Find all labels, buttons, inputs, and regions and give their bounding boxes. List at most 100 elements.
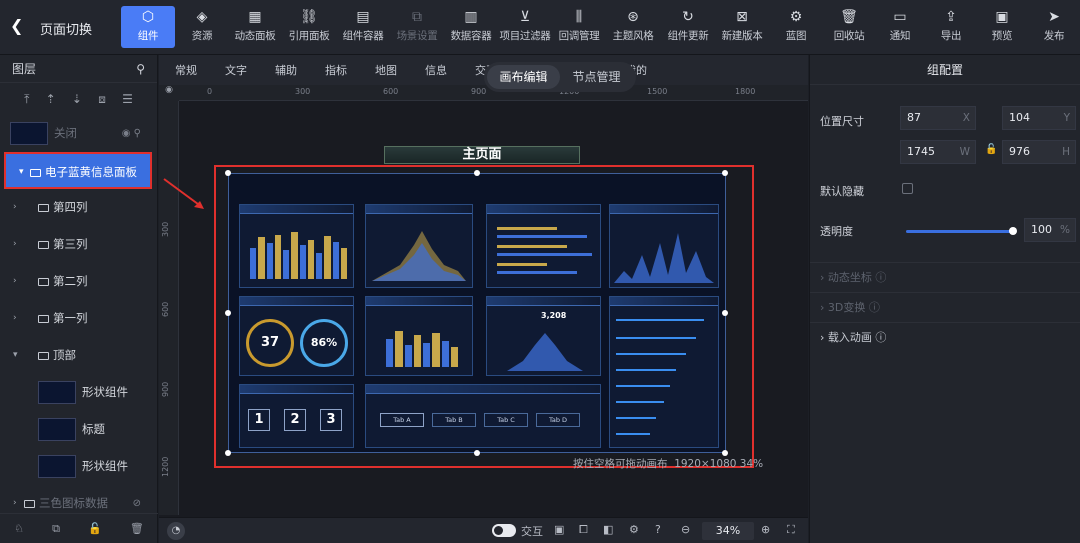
toolbar-button-4[interactable]: ▤ 组件容器 [336, 6, 390, 48]
lock-icon[interactable]: 🔓 [88, 522, 102, 535]
zoom-in-icon[interactable]: ⊕ [761, 523, 770, 536]
interact-toggle[interactable] [492, 524, 516, 537]
tabs-panel[interactable]: Tab A Tab B Tab C Tab D [365, 384, 601, 448]
screen-icon[interactable]: ⧠ [579, 523, 588, 537]
move-top-icon[interactable]: ⤒ [24, 92, 29, 107]
toolbar-button-7[interactable]: ⊻ 项目过滤器 [498, 6, 552, 48]
resize-handle[interactable] [225, 450, 231, 456]
tab-category[interactable]: 常规 [175, 62, 225, 78]
search-icon[interactable]: ⚲ [136, 55, 145, 83]
chevron-down-icon[interactable]: ▾ [13, 337, 18, 374]
y-field[interactable]: 104 Y [1002, 106, 1076, 130]
property-section[interactable]: › 3D变换 ⓘ [810, 292, 1080, 322]
default-hidden-checkbox[interactable] [902, 183, 913, 194]
layer-item[interactable]: › 第一列 [0, 300, 157, 337]
toolbar-button-9[interactable]: ⊛ 主题风格 [606, 6, 660, 48]
layer-item[interactable]: ▾ 顶部 [0, 337, 157, 374]
layer-item[interactable]: › 第三列 [0, 226, 157, 263]
help-icon[interactable]: ⓘ [869, 301, 880, 314]
tab-node-manage[interactable]: 节点管理 [560, 65, 633, 89]
help-icon[interactable]: ⓘ [875, 331, 886, 344]
resize-handle[interactable] [225, 310, 231, 316]
toolbar-button-13[interactable]: 🗑 回收站 [822, 6, 876, 48]
ungroup-icon[interactable]: ☰ [122, 92, 133, 106]
tab-d-button[interactable]: Tab D [536, 413, 580, 427]
layer-item[interactable]: 形状组件 [0, 448, 157, 485]
help-icon[interactable]: ? [655, 523, 661, 536]
tab-category[interactable]: 信息 [425, 62, 475, 78]
tab-category[interactable]: 文字 [225, 62, 275, 78]
opacity-slider[interactable] [906, 227, 1017, 235]
chevron-right-icon[interactable]: › [13, 263, 17, 300]
tab-b-button[interactable]: Tab B [432, 413, 476, 427]
chevron-left-icon[interactable]: ❮ [10, 16, 30, 36]
toolbar-button-0[interactable]: ⬡ 组件 [121, 6, 175, 48]
stat-panel[interactable]: 3,208 [486, 296, 601, 376]
chevron-right-icon[interactable]: › [13, 189, 17, 226]
toolbar-button-10[interactable]: ↻ 组件更新 [661, 6, 715, 48]
chevron-down-icon[interactable]: ▾ [19, 154, 24, 191]
tab-a-button[interactable]: Tab A [380, 413, 424, 427]
help-icon[interactable]: ⓘ [875, 271, 886, 284]
horizontal-bar-panel[interactable] [486, 204, 601, 288]
settings-icon[interactable]: ⚙ [629, 523, 639, 536]
peak-chart-panel[interactable] [609, 204, 719, 288]
resize-handle[interactable] [225, 170, 231, 176]
toolbar-button-11[interactable]: ⊠ 新建版本 [715, 6, 769, 48]
height-field[interactable]: 976 H [1002, 140, 1076, 164]
toolbar-button-2[interactable]: ▦ 动态面板 [228, 6, 282, 48]
zoom-out-icon[interactable]: ⊖ [681, 523, 690, 536]
panel-icon[interactable]: ◧ [603, 523, 613, 536]
layer-item[interactable]: ▾ 电子蓝黄信息面板 [4, 152, 152, 189]
delete-icon[interactable]: 🗑 [130, 522, 144, 535]
toolbar-button-6[interactable]: ▥ 数据容器 [444, 6, 498, 48]
chevron-right-icon[interactable]: › [13, 226, 17, 263]
property-section[interactable]: › 动态坐标 ⓘ [810, 262, 1080, 292]
column-chart-panel[interactable] [365, 296, 473, 376]
move-up-icon[interactable]: ⇡ [46, 92, 56, 106]
layer-item[interactable]: › 第四列 [0, 189, 157, 226]
toolbar-button-1[interactable]: ◈ 资源 [175, 6, 229, 48]
aspect-lock-icon[interactable]: 🔓 [985, 144, 997, 155]
resize-handle[interactable] [474, 450, 480, 456]
tab-category[interactable]: 指标 [325, 62, 375, 78]
group-icon[interactable]: ⧈ [98, 92, 106, 107]
toolbar-button-5[interactable]: ⧉ 场景设置 [390, 6, 444, 48]
tab-c-button[interactable]: Tab C [484, 413, 528, 427]
progress-list-panel[interactable] [609, 296, 719, 448]
layer-item[interactable]: › 第二列 [0, 263, 157, 300]
copy-icon[interactable]: ⧉ [52, 522, 60, 536]
dashboard-preview[interactable]: 37 86% 3,208 1 2 3 Tab A Tab B Tab C Tab… [228, 173, 726, 453]
gauge-panel[interactable]: 37 86% [239, 296, 354, 376]
width-field[interactable]: 1745 W [900, 140, 976, 164]
toolbar-button-12[interactable]: ⚙ 蓝图 [769, 6, 823, 48]
toolbar-button-17[interactable]: ➤ 发布 [1027, 6, 1080, 48]
user-avatar[interactable]: ◔ [167, 522, 185, 540]
tab-canvas-edit[interactable]: 画布编辑 [487, 65, 560, 89]
layer-item[interactable]: 关闭 ◉ ⚲ [0, 115, 157, 152]
toolbar-button-8[interactable]: ⫼ 回调管理 [552, 6, 606, 48]
toolbar-button-16[interactable]: ▣ 预览 [975, 6, 1029, 48]
zoom-level[interactable]: 34% [702, 522, 754, 540]
chevron-right-icon[interactable]: › [13, 300, 17, 337]
visibility-icon[interactable]: ◉ ⚲ [122, 115, 141, 152]
ruler-toggle-icon[interactable]: ◉ [159, 85, 179, 101]
theme-icon[interactable]: ♘ [14, 522, 24, 535]
property-section[interactable]: › 载入动画 ⓘ [810, 322, 1080, 352]
counter-panel[interactable]: 1 2 3 [239, 384, 354, 448]
area-chart-panel[interactable] [365, 204, 473, 288]
layer-item[interactable]: 形状组件 [0, 374, 157, 411]
resize-handle[interactable] [722, 310, 728, 316]
fit-screen-icon[interactable]: ⛶ [787, 523, 795, 537]
tab-category[interactable]: 地图 [375, 62, 425, 78]
x-field[interactable]: 87 X [900, 106, 976, 130]
bar-chart-panel[interactable] [239, 204, 354, 288]
resize-handle[interactable] [474, 170, 480, 176]
resize-handle[interactable] [722, 170, 728, 176]
page-switch-title[interactable]: 页面切换 [40, 19, 92, 38]
toolbar-button-3[interactable]: ⛓ 引用面板 [282, 6, 336, 48]
toolbar-button-15[interactable]: ⇪ 导出 [924, 6, 978, 48]
image-icon[interactable]: ▣ [554, 523, 564, 536]
layer-item[interactable]: 标题 [0, 411, 157, 448]
toolbar-button-14[interactable]: ▭ 通知 [873, 6, 927, 48]
